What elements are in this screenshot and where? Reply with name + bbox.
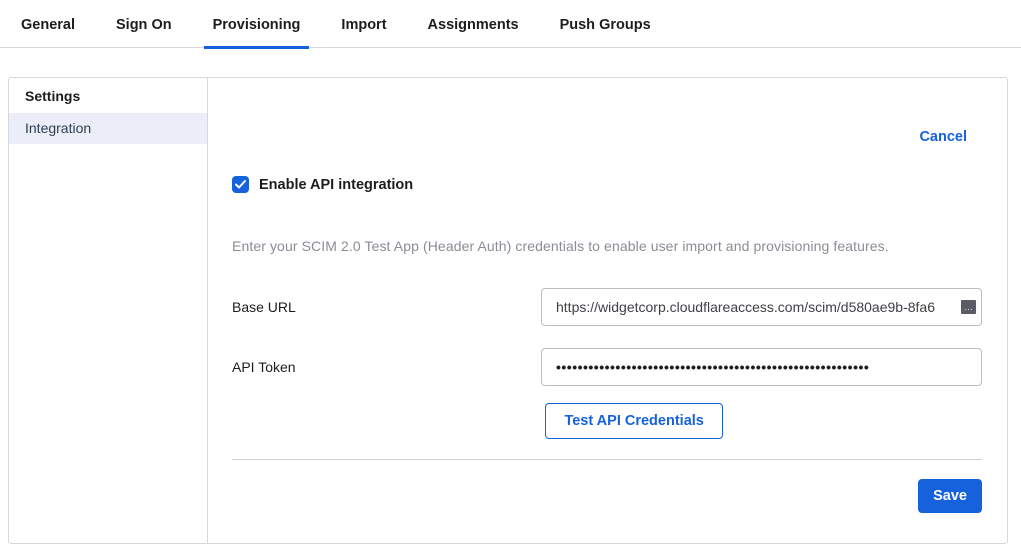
api-token-input[interactable]: [541, 348, 982, 386]
enable-api-checkbox[interactable]: [232, 176, 249, 193]
base-url-input-wrap: …: [541, 288, 982, 326]
api-token-row: API Token: [232, 348, 982, 386]
base-url-input[interactable]: [541, 288, 982, 326]
tab-assignments[interactable]: Assignments: [425, 17, 522, 47]
tab-provisioning[interactable]: Provisioning: [210, 17, 304, 47]
cancel-row: Cancel: [232, 129, 982, 145]
enable-api-label: Enable API integration: [259, 177, 413, 193]
tab-sign-on[interactable]: Sign On: [113, 17, 175, 47]
tab-push-groups[interactable]: Push Groups: [557, 17, 654, 47]
base-url-label: Base URL: [232, 299, 541, 315]
enable-api-row: Enable API integration: [232, 176, 982, 193]
test-credentials-row: Test API Credentials: [232, 403, 982, 439]
tab-import[interactable]: Import: [338, 17, 389, 47]
save-button[interactable]: Save: [918, 479, 982, 513]
sidebar-header: Settings: [9, 78, 207, 113]
api-token-label: API Token: [232, 359, 541, 375]
footer-divider: [232, 459, 982, 460]
test-api-credentials-button[interactable]: Test API Credentials: [545, 403, 722, 439]
provisioning-panel: Settings Integration Cancel Enable API i…: [8, 77, 1008, 544]
base-url-row: Base URL …: [232, 288, 982, 326]
tab-general[interactable]: General: [18, 17, 78, 47]
cancel-button[interactable]: Cancel: [919, 129, 967, 145]
sidebar-item-integration[interactable]: Integration: [9, 113, 207, 144]
settings-sidebar: Settings Integration: [9, 78, 208, 543]
api-token-input-wrap: [541, 348, 982, 386]
integration-settings-form: Cancel Enable API integration Enter your…: [208, 78, 1007, 543]
save-row: Save: [232, 479, 982, 513]
checkmark-icon: [235, 180, 246, 189]
app-tabbar: General Sign On Provisioning Import Assi…: [0, 0, 1021, 48]
credentials-description: Enter your SCIM 2.0 Test App (Header Aut…: [232, 238, 982, 254]
